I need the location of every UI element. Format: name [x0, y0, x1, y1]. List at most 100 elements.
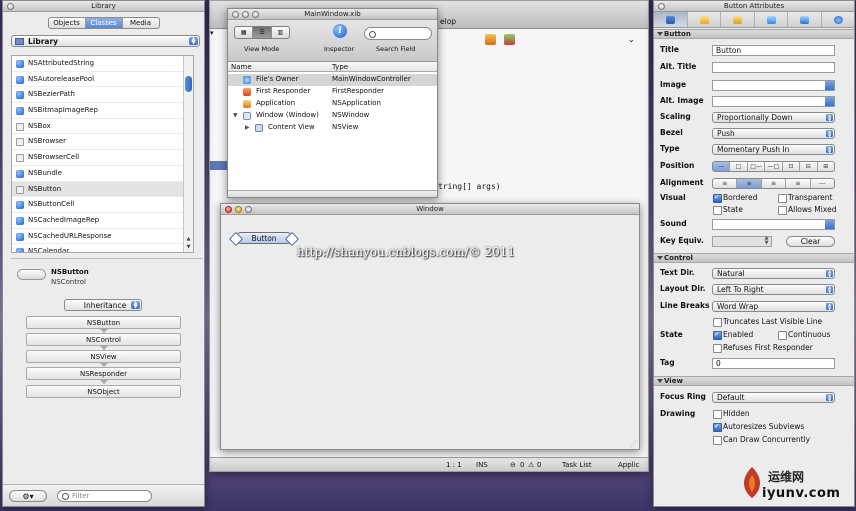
layout-dir-popup[interactable]: Left To Right ▲ ▼ — [712, 284, 835, 295]
column-header-type[interactable]: Type — [332, 62, 348, 72]
filter-input[interactable]: Filter — [57, 490, 152, 502]
continuous-checkbox[interactable]: Continuous — [778, 331, 830, 340]
minimize-button[interactable] — [235, 206, 242, 213]
list-item[interactable]: NSBezierPath — [12, 87, 193, 104]
list-item[interactable]: NSBrowser — [12, 134, 193, 151]
canvas-button[interactable]: Button — [235, 232, 293, 244]
zoom-button[interactable] — [245, 206, 252, 213]
tab-classes[interactable]: Classes — [85, 18, 123, 28]
align-left-icon[interactable]: ≡ — [713, 179, 738, 188]
align-center-icon[interactable]: ≡ — [737, 179, 762, 188]
tag-field[interactable]: 0 — [712, 358, 835, 369]
allows-mixed-checkbox[interactable]: Allows Mixed — [778, 206, 836, 215]
type-popup[interactable]: Momentary Push In ▲ ▼ — [712, 144, 835, 155]
scroll-down-arrow-icon[interactable]: ▼ — [185, 244, 192, 251]
scaling-popup[interactable]: Proportionally Down ▲ ▼ — [712, 112, 835, 123]
table-row[interactable]: ▶ Content View NSView — [228, 122, 437, 134]
list-item[interactable]: NSCachedImageRep — [12, 213, 193, 229]
info-icon[interactable]: i — [333, 24, 347, 38]
position-image-left-icon[interactable]: □— — [748, 162, 766, 171]
minimize-button[interactable] — [242, 11, 249, 18]
hierarchy-item[interactable]: NSView — [26, 350, 181, 367]
sound-combo[interactable] — [712, 219, 835, 230]
column-header-name[interactable]: Name — [231, 62, 252, 72]
list-item[interactable]: NSBundle — [12, 166, 193, 182]
position-image-only-icon[interactable]: □ — [730, 162, 748, 171]
list-item[interactable]: NSBox — [12, 119, 193, 135]
autoresizes-subviews-checkbox[interactable]: Autoresizes Subviews — [713, 422, 804, 432]
hierarchy-item[interactable]: NSObject — [26, 385, 181, 398]
position-image-below-icon[interactable]: ⊡ — [783, 162, 801, 171]
bordered-checkbox[interactable]: Bordered — [713, 193, 757, 203]
text-dir-popup[interactable]: Natural ▲ ▼ — [712, 268, 835, 279]
disclosure-triangle-closed-icon[interactable]: ▶ — [245, 122, 250, 134]
table-row[interactable]: File's Owner MainWindowController — [228, 74, 437, 86]
tab-attributes[interactable] — [654, 12, 688, 27]
clear-button[interactable]: Clear — [786, 236, 835, 247]
image-combo[interactable] — [712, 80, 835, 91]
stepper-arrows-icon[interactable]: ▲ ▼ — [762, 236, 771, 247]
tab-objects[interactable]: Objects — [49, 18, 86, 28]
align-justify-icon[interactable]: ≡ — [762, 179, 787, 188]
state-checkbox[interactable]: State — [713, 206, 743, 215]
list-item[interactable]: NSButtonCell — [12, 197, 193, 213]
chevron-down-icon[interactable]: ⌄ — [628, 35, 635, 44]
icon-view-icon[interactable]: ▦ — [235, 27, 254, 38]
tab-size[interactable] — [721, 12, 755, 27]
bezel-popup[interactable]: Push ▲ ▼ — [712, 128, 835, 139]
focus-ring-popup[interactable]: Default ▲ ▼ — [712, 392, 835, 403]
position-image-right-icon[interactable]: —□ — [765, 162, 783, 171]
zoom-button[interactable] — [252, 11, 259, 18]
transparent-checkbox[interactable]: Transparent — [778, 194, 832, 203]
position-image-overlaps-icon[interactable]: ⊞ — [818, 162, 834, 171]
list-view-icon[interactable]: ☰ — [253, 27, 272, 38]
enabled-checkbox[interactable]: Enabled — [713, 330, 753, 340]
list-item[interactable]: NSAutoreleasePool — [12, 72, 193, 88]
close-button[interactable] — [658, 3, 665, 10]
library-popup[interactable]: Library ▲ ▼ — [11, 35, 200, 47]
position-text-only-icon[interactable]: — — [713, 162, 731, 171]
hierarchy-item[interactable]: NSControl — [26, 333, 181, 350]
build-icon[interactable] — [485, 34, 496, 45]
table-row[interactable]: ▼ Window (Window) NSWindow — [228, 110, 437, 122]
tab-connections[interactable] — [755, 12, 788, 27]
task-list-button[interactable]: Task List — [562, 458, 592, 471]
line-breaks-popup[interactable]: Word Wrap ▲ ▼ — [712, 301, 835, 312]
scroll-thumb[interactable] — [185, 76, 192, 92]
tab-media[interactable]: Media — [123, 18, 159, 28]
list-item[interactable]: NSBrowserCell — [12, 150, 193, 166]
scroll-up-arrow-icon[interactable]: ▲ — [185, 236, 192, 243]
table-row[interactable]: First Responder FirstResponder — [228, 86, 437, 98]
can-draw-concurrently-checkbox[interactable]: Can Draw Concurrently — [713, 436, 810, 445]
hierarchy-item[interactable]: NSButton — [26, 316, 181, 333]
close-button[interactable] — [225, 206, 232, 213]
position-image-above-icon[interactable]: ⊟ — [800, 162, 818, 171]
gear-menu-button[interactable]: ⚙▾ — [9, 490, 47, 502]
tab-effects[interactable] — [688, 12, 721, 27]
title-field[interactable]: Button — [712, 45, 835, 56]
class-list-scrollbar[interactable]: ▲ ▼ — [183, 56, 193, 252]
align-natural-icon[interactable]: --- — [811, 179, 834, 188]
resize-grip-icon[interactable]: ⋰ — [630, 440, 637, 448]
refuses-first-responder-checkbox[interactable]: Refuses First Responder — [713, 344, 813, 353]
close-button[interactable] — [7, 3, 14, 10]
section-control[interactable]: Control — [654, 253, 854, 263]
table-row[interactable]: Application NSApplication — [228, 98, 437, 110]
build-and-run-icon[interactable] — [504, 34, 515, 45]
search-input[interactable] — [364, 27, 432, 40]
list-item[interactable]: NSBitmapImageRep — [12, 103, 193, 119]
list-item[interactable]: NSCachedURLResponse — [12, 229, 193, 245]
inheritance-popup[interactable]: Inheritance ▲ ▼ — [64, 299, 142, 311]
column-view-icon[interactable]: ▥ — [272, 27, 289, 38]
hierarchy-item[interactable]: NSResponder — [26, 367, 181, 384]
align-right-icon[interactable]: ≡ — [786, 179, 811, 188]
tab-identity[interactable] — [822, 12, 855, 27]
section-button[interactable]: Button — [654, 29, 854, 39]
close-button[interactable] — [232, 11, 239, 18]
alt-title-field[interactable] — [712, 62, 835, 73]
list-item[interactable]: NSButton — [12, 181, 193, 198]
alt-image-combo[interactable] — [712, 96, 835, 107]
disclosure-triangle-open-icon[interactable]: ▼ — [233, 110, 238, 122]
truncates-checkbox[interactable]: Truncates Last Visible Line — [713, 318, 822, 327]
section-view[interactable]: View — [654, 376, 854, 386]
